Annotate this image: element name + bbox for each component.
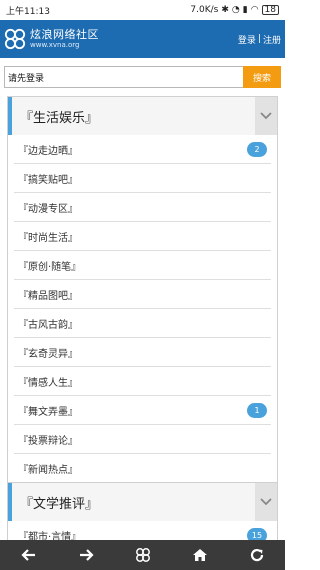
forum-list: 『边走边晒』 2 『搞笑贴吧』 『动漫专区』 『时尚生活』 『原创·随笔』 『精品… [8, 135, 277, 483]
forward-arrow-icon [79, 549, 94, 561]
search-button[interactable]: 搜索 [243, 66, 281, 88]
logo-text: 炫浪网络社区 www.xvna.org [30, 29, 99, 49]
list-item[interactable]: 『新闻热点』 [14, 454, 271, 483]
logo-icon [4, 28, 26, 50]
auth-links: 登录 | 注册 [238, 33, 281, 46]
search-input[interactable] [4, 66, 243, 88]
bottom-navigation [0, 540, 285, 570]
back-arrow-icon [20, 549, 35, 561]
site-logo[interactable]: 炫浪网络社区 www.xvna.org [4, 28, 99, 50]
forum-name: 『原创·随笔』 [18, 261, 82, 273]
forum-name: 『古风古韵』 [18, 319, 78, 331]
forum-name: 『情感人生』 [18, 377, 78, 389]
site-header: 炫浪网络社区 www.xvna.org 登录 | 注册 [0, 20, 285, 58]
collapse-toggle[interactable] [255, 97, 277, 135]
unread-badge: 1 [247, 403, 267, 418]
battery-icon: 18 [261, 5, 279, 15]
forum-name: 『玄奇灵异』 [18, 348, 78, 360]
login-link[interactable]: 登录 [238, 33, 256, 46]
wifi-icon: ◠ [250, 5, 259, 15]
list-item[interactable]: 『玄奇灵异』 [14, 338, 271, 367]
refresh-icon [250, 548, 263, 562]
forum-name: 『搞笑贴吧』 [18, 174, 78, 186]
chevron-down-icon [260, 112, 272, 120]
logo-icon [135, 548, 150, 562]
forum-name: 『动漫专区』 [18, 203, 78, 215]
chevron-down-icon [260, 498, 272, 506]
forward-button[interactable] [66, 540, 106, 570]
section-header[interactable]: 『生活娱乐』 [8, 97, 277, 135]
signal-icon: ▮ [242, 5, 248, 15]
register-link[interactable]: 注册 [263, 33, 281, 46]
list-item[interactable]: 『投票辩论』 [14, 425, 271, 454]
unread-badge: 2 [247, 142, 267, 157]
section-life-entertainment: 『生活娱乐』 『边走边晒』 2 『搞笑贴吧』 『动漫专区』 『时尚生活』 『原创·… [7, 96, 278, 484]
status-icons: 7.0K/s ✱ ◔ ▮ ◠ 18 [190, 5, 279, 15]
refresh-button[interactable] [237, 540, 277, 570]
list-item[interactable]: 『情感人生』 [14, 367, 271, 396]
list-item[interactable]: 『时尚生活』 [14, 222, 271, 251]
collapse-toggle[interactable] [255, 483, 277, 521]
auth-separator: | [257, 34, 261, 44]
bluetooth-icon: ✱ [221, 5, 229, 15]
logo-button[interactable] [123, 540, 163, 570]
list-item[interactable]: 『原创·随笔』 [14, 251, 271, 280]
forum-name: 『投票辩论』 [18, 435, 78, 447]
list-item[interactable]: 『古风古韵』 [14, 309, 271, 338]
status-bar: 上午11:13 7.0K/s ✱ ◔ ▮ ◠ 18 [0, 0, 285, 20]
status-time: 上午11:13 [6, 6, 50, 17]
forum-name: 『舞文弄墨』 [18, 406, 78, 418]
logo-url: www.xvna.org [30, 41, 80, 49]
section-header[interactable]: 『文学推评』 [8, 483, 277, 521]
home-icon [192, 549, 207, 561]
alarm-icon: ◔ [231, 5, 240, 15]
logo-title: 炫浪网络社区 [30, 28, 99, 41]
back-button[interactable] [9, 540, 49, 570]
list-item[interactable]: 『动漫专区』 [14, 193, 271, 222]
forum-name: 『时尚生活』 [18, 232, 78, 244]
list-item[interactable]: 『搞笑贴吧』 [14, 164, 271, 193]
search-bar: 搜索 [4, 66, 281, 88]
list-item[interactable]: 『舞文弄墨』 1 [14, 396, 271, 425]
home-button[interactable] [180, 540, 220, 570]
forum-name: 『新闻热点』 [18, 465, 78, 476]
section-title: 『生活娱乐』 [20, 110, 99, 126]
forum-name: 『边走边晒』 [18, 145, 78, 157]
network-speed: 7.0K/s [190, 5, 219, 15]
section-title: 『文学推评』 [20, 496, 99, 512]
list-item[interactable]: 『精品图吧』 [14, 280, 271, 309]
forum-name: 『精品图吧』 [18, 290, 78, 302]
list-item[interactable]: 『边走边晒』 2 [14, 135, 271, 164]
